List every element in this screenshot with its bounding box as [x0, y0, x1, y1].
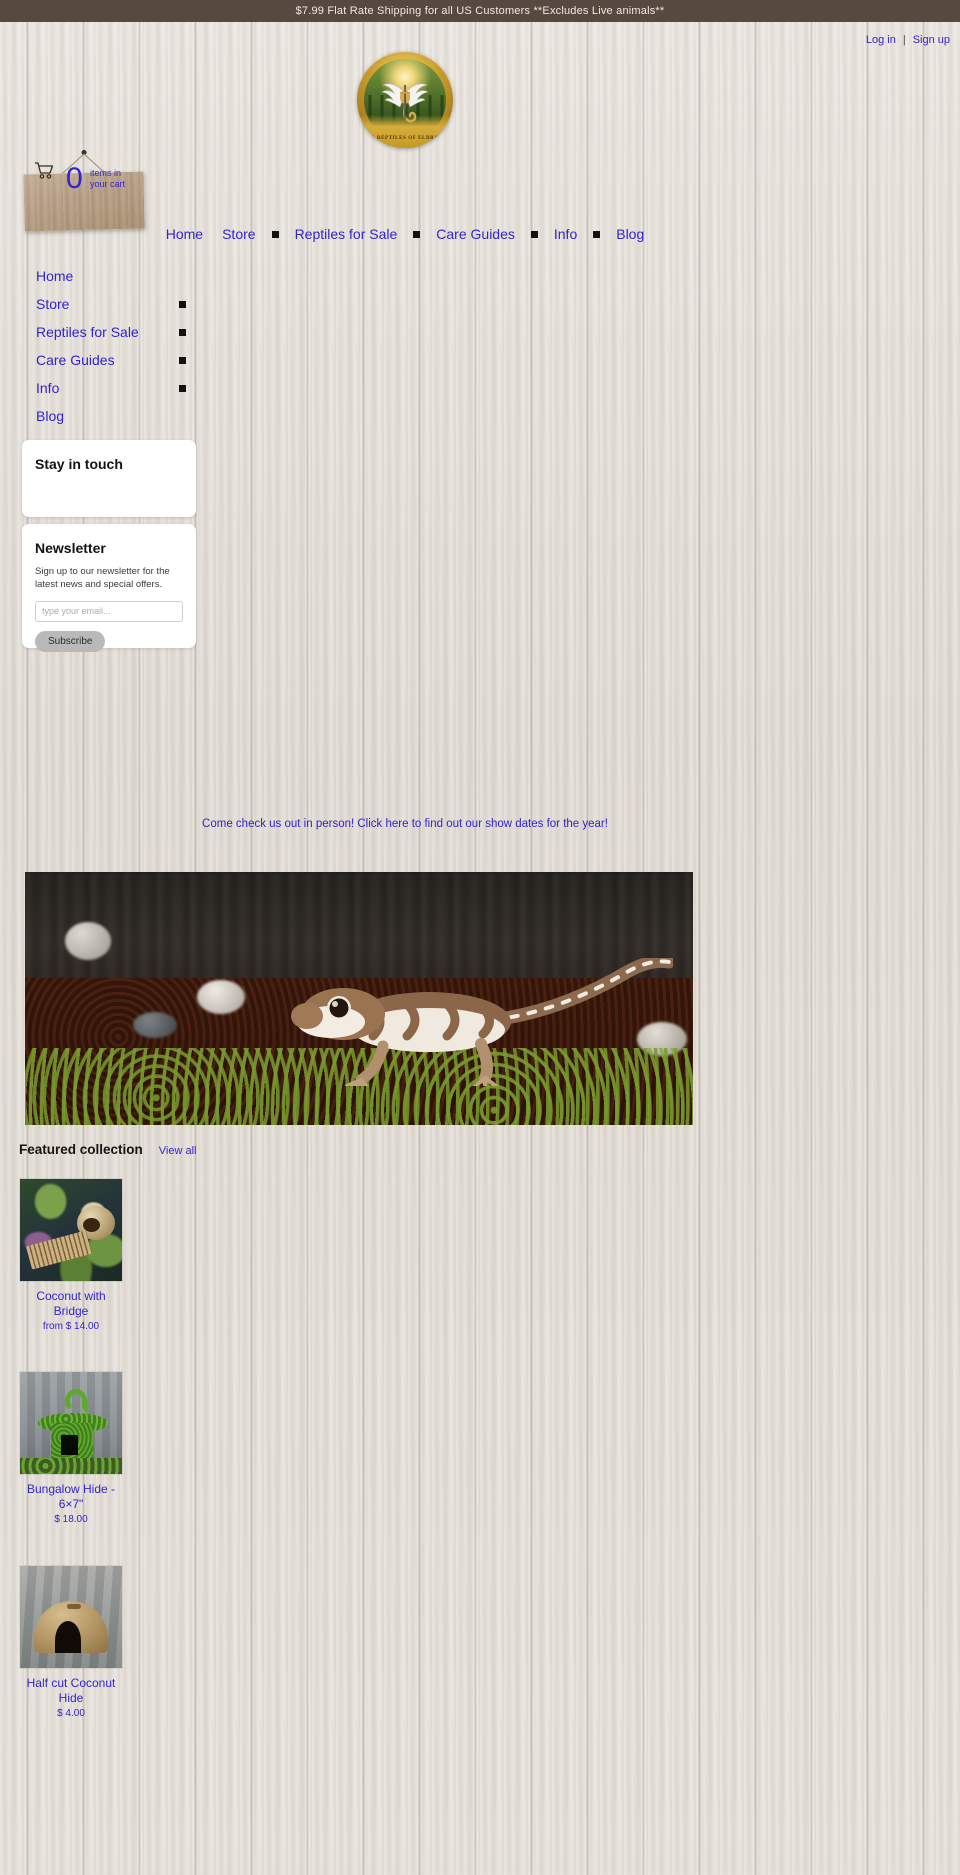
logo-ring-band: [357, 115, 453, 148]
submenu-square-icon-reptiles-for-sale[interactable]: [413, 230, 421, 238]
cart-label: items in your cart: [90, 168, 125, 191]
product-card[interactable]: Bungalow Hide - 6×7" $ 18.00: [19, 1371, 123, 1525]
sidebar-item-label-info[interactable]: Info: [36, 380, 59, 396]
nav-item-reptiles-for-sale[interactable]: Reptiles for Sale: [289, 226, 404, 242]
coconut-vent-shape: [66, 1603, 81, 1609]
cart-item-count: 0: [66, 162, 83, 195]
sidebar-navigation: Home Store Reptiles for Sale Care Guides…: [0, 262, 208, 430]
sidebar-item-label-reptiles-for-sale[interactable]: Reptiles for Sale: [36, 324, 139, 340]
site-logo-badge[interactable]: THE REPTILES OF ELDRADO: [357, 52, 453, 148]
submenu-square-icon-care-guides[interactable]: [179, 356, 186, 364]
cart-label-line2: your cart: [90, 179, 126, 190]
submenu-square-icon-care-guides[interactable]: [530, 230, 538, 238]
submenu-square-icon-store[interactable]: [271, 230, 279, 238]
sidebar-item-blog[interactable]: Blog: [0, 402, 208, 430]
gecko-icon: [261, 954, 676, 1095]
submenu-square-icon-store[interactable]: [179, 300, 186, 308]
nav-item-care-guides[interactable]: Care Guides: [430, 226, 521, 242]
product-price: $ 4.00: [57, 1708, 85, 1720]
sidebar-item-care-guides[interactable]: Care Guides: [0, 346, 208, 374]
logo-ring-text: THE REPTILES OF ELDRADO: [362, 136, 448, 141]
newsletter-description: Sign up to our newsletter for the latest…: [35, 566, 170, 591]
bungalow-roof-curl-shape: [64, 1389, 87, 1414]
nav-item-blog[interactable]: Blog: [610, 226, 650, 242]
product-image-bungalow-hide[interactable]: [19, 1371, 123, 1475]
bungalow-doorway-shape: [60, 1435, 78, 1456]
hero-rock-2: [197, 980, 245, 1014]
hero-rock-3: [133, 1012, 177, 1038]
product-card[interactable]: Half cut Coconut Hide $ 4.00: [19, 1565, 123, 1719]
sidebar-item-label-care-guides[interactable]: Care Guides: [36, 352, 115, 368]
featured-collection-header: Featured collection View all: [19, 1142, 197, 1157]
product-title[interactable]: Coconut with Bridge: [19, 1289, 123, 1319]
product-title[interactable]: Half cut Coconut Hide: [19, 1676, 123, 1706]
shopping-cart-icon: [34, 162, 54, 184]
featured-collection-title: Featured collection: [19, 1142, 143, 1157]
cart-label-line1: items in: [90, 168, 122, 178]
hero-rock-1: [65, 922, 111, 960]
coconut-entrance-shape: [54, 1621, 81, 1654]
announcement-bar: $7.99 Flat Rate Shipping for all US Cust…: [0, 0, 960, 22]
newsletter-title: Newsletter: [35, 540, 106, 556]
cart-widget[interactable]: 0 items in your cart: [23, 150, 145, 232]
submenu-square-icon-reptiles-for-sale[interactable]: [179, 328, 186, 336]
coconut-opening-shape: [83, 1217, 101, 1232]
stay-in-touch-panel: Stay in touch: [22, 440, 196, 517]
signup-link[interactable]: Sign up: [913, 34, 950, 46]
submenu-square-icon-info[interactable]: [593, 230, 601, 238]
nav-item-store[interactable]: Store: [216, 226, 261, 242]
hero-banner[interactable]: [25, 872, 693, 1125]
submenu-square-icon-info[interactable]: [179, 384, 186, 392]
account-links: Log in | Sign up: [866, 34, 950, 46]
announcement-text: $7.99 Flat Rate Shipping for all US Cust…: [295, 5, 665, 17]
nav-item-info[interactable]: Info: [548, 226, 583, 242]
sidebar-item-home[interactable]: Home: [0, 262, 208, 290]
product-card[interactable]: Coconut with Bridge from $ 14.00: [19, 1178, 123, 1332]
promo-banner: Come check us out in person! Click here …: [0, 818, 810, 830]
login-link[interactable]: Log in: [866, 34, 896, 46]
bungalow-ground-moss: [20, 1457, 122, 1474]
newsletter-email-input[interactable]: [35, 600, 183, 622]
sidebar-item-reptiles-for-sale[interactable]: Reptiles for Sale: [0, 318, 208, 346]
sidebar-item-label-blog[interactable]: Blog: [36, 408, 64, 424]
product-price: $ 18.00: [54, 1514, 88, 1526]
sidebar-item-info[interactable]: Info: [0, 374, 208, 402]
nav-item-home[interactable]: Home: [160, 226, 209, 242]
logo-container[interactable]: THE REPTILES OF ELDRADO: [0, 52, 810, 148]
view-all-link[interactable]: View all: [159, 1145, 197, 1157]
sidebar-item-store[interactable]: Store: [0, 290, 208, 318]
account-separator: |: [902, 34, 906, 46]
newsletter-subscribe-button[interactable]: Subscribe: [35, 630, 106, 652]
product-image-coconut-with-bridge[interactable]: [19, 1178, 123, 1282]
product-title[interactable]: Bungalow Hide - 6×7": [19, 1482, 123, 1512]
newsletter-panel: Newsletter Sign up to our newsletter for…: [22, 524, 196, 652]
sidebar-item-label-home[interactable]: Home: [36, 268, 73, 284]
sidebar-item-label-store[interactable]: Store: [36, 296, 69, 312]
product-image-half-cut-coconut-hide[interactable]: [19, 1565, 123, 1669]
show-dates-link[interactable]: Come check us out in person! Click here …: [202, 818, 608, 830]
main-navigation: Home Store Reptiles for Sale Care Guides…: [0, 226, 810, 242]
product-price: from $ 14.00: [42, 1321, 100, 1333]
stay-in-touch-title: Stay in touch: [35, 456, 123, 472]
